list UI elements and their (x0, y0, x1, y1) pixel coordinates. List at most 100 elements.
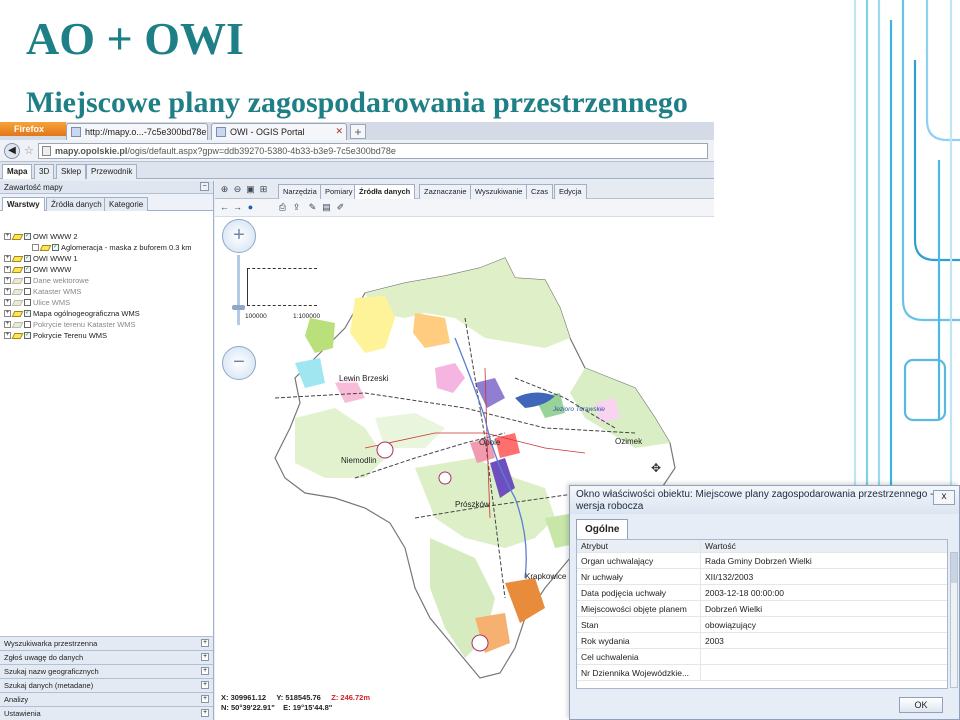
folder-icon (11, 332, 24, 339)
column-header-atrybut[interactable]: Atrybut (577, 540, 701, 552)
zoom-slider-track[interactable] (237, 255, 240, 325)
layer-item[interactable]: + Kataster WMS (4, 286, 81, 297)
firefox-menu-button[interactable]: Firefox (0, 122, 66, 136)
subtab-zrodla-danych[interactable]: Źródła danych (46, 197, 107, 211)
map-tab[interactable]: Edycja (554, 184, 587, 199)
forward-arrow-icon[interactable]: → (232, 202, 243, 213)
table-row[interactable]: Organ uchwalający Rada Gminy Dobrzeń Wiel… (577, 553, 947, 569)
layer-checkbox[interactable] (24, 277, 31, 284)
zoom-in-icon[interactable]: ⊕ (219, 184, 230, 195)
tab-mapa[interactable]: Mapa (2, 164, 33, 179)
tab-ogolne[interactable]: Ogólne (576, 519, 629, 539)
zoom-out-icon[interactable]: ⊖ (232, 184, 243, 195)
zoom-box-icon[interactable]: ▣ (245, 184, 256, 195)
expand-icon[interactable]: + (4, 277, 11, 284)
print-icon[interactable]: ⎙ (277, 202, 288, 213)
close-tab-icon[interactable]: ✕ (335, 126, 343, 137)
expand-icon[interactable]: + (201, 639, 209, 647)
tab-sklep[interactable]: Sklep (56, 164, 87, 179)
expand-icon[interactable]: + (4, 299, 11, 306)
info-icon[interactable]: ● (245, 202, 256, 213)
zoom-slider-handle[interactable] (232, 305, 245, 310)
expand-icon[interactable]: + (4, 310, 11, 317)
bookmark-icon[interactable]: ☆ (24, 144, 34, 157)
map-tab[interactable]: Zaznaczanie (419, 184, 472, 199)
layer-checkbox[interactable] (24, 288, 31, 295)
accordion-item[interactable]: Szukaj nazw geograficznych + (0, 664, 213, 678)
scrollbar-thumb[interactable] (951, 553, 957, 583)
expand-icon[interactable]: + (201, 653, 209, 661)
export-icon[interactable]: ⇪ (291, 202, 302, 213)
table-row[interactable]: Cel uchwalenia (577, 649, 947, 665)
expand-icon[interactable]: + (4, 288, 11, 295)
expand-icon[interactable]: + (4, 332, 11, 339)
layer-item[interactable]: + ✓ OWI WWW 2 (4, 231, 78, 242)
layer-item[interactable]: + Pokrycie terenu Kataster WMS (4, 319, 136, 330)
back-icon[interactable]: ◀ (4, 143, 20, 159)
place-label: Lewin Brzeski (339, 374, 389, 383)
map-tab[interactable]: Pomiary (320, 184, 358, 199)
expand-icon[interactable]: + (201, 695, 209, 703)
browser-tab-owi[interactable]: OWI - OGIS Portal ✕ (211, 123, 347, 140)
expand-icon[interactable]: + (201, 709, 209, 717)
expand-icon[interactable]: + (4, 255, 11, 262)
accordion-item[interactable]: Szukaj danych (metadane) + (0, 678, 213, 692)
save-icon[interactable]: ▤ (321, 202, 332, 213)
layer-item[interactable]: + ✓ Mapa ogólnogeograficzna WMS (4, 308, 140, 319)
layer-item[interactable]: + ✓ Pokrycie Terenu WMS (4, 330, 107, 341)
accordion-item[interactable]: Ustawienia + (0, 706, 213, 720)
dialog-close-button[interactable]: x (933, 490, 955, 505)
attribute-name: Stan (577, 617, 701, 632)
edit-icon[interactable]: ✎ (307, 202, 318, 213)
attribute-value: 2003-12-18 00:00:00 (705, 587, 784, 598)
table-row[interactable]: Miejscowości objęte planem Dobrzeń Wielki (577, 601, 947, 617)
browser-tab-mapy[interactable]: http://mapy.o...-7c5e300bd78e (66, 123, 208, 140)
expand-icon[interactable] (32, 244, 39, 251)
layer-checkbox[interactable] (24, 299, 31, 306)
layer-checkbox[interactable] (24, 321, 31, 328)
url-bar[interactable]: mapy.opolskie.pl/ogis/default.aspx?gpw=d… (38, 143, 708, 159)
map-tab[interactable]: Wyszukiwanie (470, 184, 528, 199)
expand-icon[interactable]: + (4, 266, 11, 273)
accordion-item[interactable]: Wyszukiwarka przestrzenna + (0, 636, 213, 650)
pan-control[interactable]: + (222, 219, 256, 253)
layer-checkbox[interactable]: ✓ (24, 332, 31, 339)
subtab-kategorie[interactable]: Kategorie (104, 197, 149, 211)
full-extent-icon[interactable]: ⊞ (258, 184, 269, 195)
layer-checkbox[interactable]: ✓ (24, 255, 31, 262)
layer-item[interactable]: + ✓ OWI WWW 1 (4, 253, 78, 264)
table-row[interactable]: Stan obowiązujący (577, 617, 947, 633)
expand-icon[interactable]: + (201, 667, 209, 675)
zoom-control[interactable]: − (222, 346, 256, 380)
grid-scrollbar[interactable] (950, 552, 958, 688)
accordion-item[interactable]: Analizy + (0, 692, 213, 706)
table-row[interactable]: Nr uchwały XII/132/2003 (577, 569, 947, 585)
column-header-wartosc[interactable]: Wartość (701, 541, 736, 551)
layer-item[interactable]: ✓ Aglomeracja - maska z buforem 0.3 km (32, 242, 191, 253)
expand-icon[interactable]: + (201, 681, 209, 689)
table-row[interactable]: Data podjęcia uchwały 2003-12-18 00:00:00 (577, 585, 947, 601)
map-tab[interactable]: Narzędzia (278, 184, 322, 199)
layer-item[interactable]: + Dane wektorowe (4, 275, 89, 286)
map-tab[interactable]: Czas (526, 184, 554, 199)
new-tab-button[interactable]: + (350, 124, 366, 139)
tab-przewodnik[interactable]: Przewodnik (86, 164, 138, 179)
map-tab[interactable]: Źródła danych (354, 184, 416, 199)
layer-checkbox[interactable]: ✓ (24, 310, 31, 317)
expand-icon[interactable]: + (4, 233, 11, 240)
layer-item[interactable]: + Ulice WMS (4, 297, 70, 308)
subtab-warstwy[interactable]: Warstwy (2, 197, 45, 211)
layer-checkbox[interactable]: ✓ (24, 233, 31, 240)
back-arrow-icon[interactable]: ← (219, 202, 230, 213)
collapse-icon[interactable]: − (200, 182, 209, 191)
ok-button[interactable]: OK (899, 697, 943, 713)
table-row[interactable]: Nr Dziennika Wojewódzkie... (577, 665, 947, 681)
tab-3d[interactable]: 3D (34, 164, 55, 179)
accordion-item[interactable]: Zgłoś uwagę do danych + (0, 650, 213, 664)
layer-checkbox[interactable]: ✓ (24, 266, 31, 273)
expand-icon[interactable]: + (4, 321, 11, 328)
measure-icon[interactable]: ✐ (335, 202, 346, 213)
layer-checkbox[interactable]: ✓ (52, 244, 59, 251)
layer-item[interactable]: + ✓ OWI WWW (4, 264, 71, 275)
table-row[interactable]: Rok wydania 2003 (577, 633, 947, 649)
